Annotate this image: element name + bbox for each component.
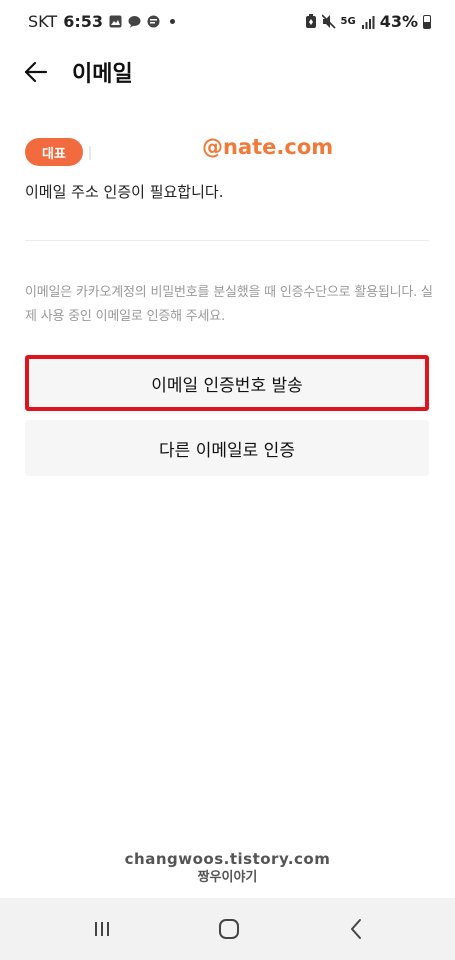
help-text: 이메일은 카카오계정의 비밀번호를 분실했을 때 인증수단으로 활용됩니다. 실… [25, 285, 433, 324]
chevron-left-icon[interactable] [341, 916, 371, 942]
home-icon[interactable] [214, 916, 244, 942]
email-address-redacted [89, 146, 91, 160]
watermark-name: 짱우이야기 [197, 870, 258, 885]
verify-other-email-button[interactable]: 다른 이메일로 인증 [25, 420, 429, 476]
gallery-icon [109, 15, 122, 28]
carrier-label: SKT [28, 12, 58, 31]
app-bar: 이메일 [0, 50, 455, 94]
system-nav-bar [0, 898, 455, 960]
email-domain: @nate.com [202, 135, 334, 159]
battery-icon [423, 14, 431, 29]
status-left: SKT 6:53 [28, 12, 175, 31]
network-type: 5G [340, 16, 356, 27]
signal-icon [361, 15, 375, 29]
verification-notice: 이메일 주소 인증이 필요합니다. [25, 183, 224, 201]
battery-saver-icon [305, 14, 316, 28]
page-title: 이메일 [72, 62, 133, 87]
send-verification-code-button[interactable]: 이메일 인증번호 발송 [25, 355, 429, 411]
mute-icon [321, 14, 336, 29]
arrow-left-icon[interactable] [22, 58, 50, 86]
divider [25, 240, 429, 241]
talk-icon [128, 16, 141, 28]
notification-dot-icon [169, 19, 175, 24]
clock: 6:53 [63, 12, 103, 31]
battery-percent: 43% [379, 12, 418, 31]
chat-icon [147, 15, 160, 28]
status-right: 5G 43% [305, 12, 431, 31]
primary-badge: 대표 [25, 138, 83, 166]
status-bar: SKT 6:53 5G 43% [0, 0, 455, 44]
recent-apps-icon[interactable] [87, 916, 117, 942]
